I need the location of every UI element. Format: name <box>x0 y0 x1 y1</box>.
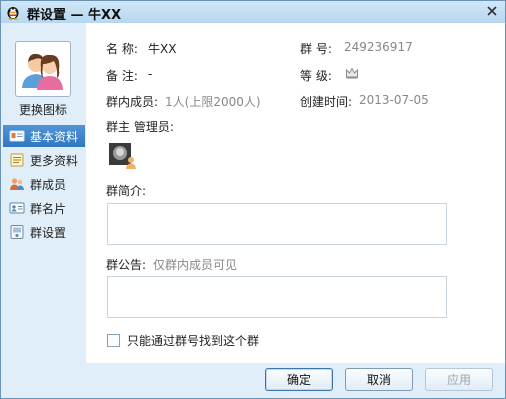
members-count-label: 群内成员: <box>106 95 159 109</box>
notice-hint: 仅群内成员可见 <box>153 258 238 272</box>
members-icon <box>9 176 25 192</box>
notice-label: 群公告: <box>106 258 147 272</box>
owner-admin-label: 群主 管理员: <box>106 120 174 134</box>
sidebar-item-more-info[interactable]: 更多资料 <box>3 149 85 171</box>
crown-icon <box>345 66 359 83</box>
dialog-footer: 确定 取消 应用 <box>1 363 505 398</box>
remark-label: 备 注: <box>106 69 138 83</box>
created-time-value: 2013-07-05 <box>359 93 429 107</box>
intro-textarea[interactable] <box>107 203 447 245</box>
group-settings-window: 群设置 — 牛XX 更换图标 基本资料 更多资料 群成员 群名片 群设置 名 称… <box>0 0 506 399</box>
change-icon-link[interactable]: 更换图标 <box>19 101 67 118</box>
level-label: 等 级: <box>300 69 332 83</box>
title-bar: 群设置 — 牛XX <box>1 1 505 23</box>
sidebar-item-label: 基本资料 <box>30 129 79 144</box>
owner-avatar[interactable] <box>108 140 138 170</box>
group-name-label: 名 称: <box>106 42 138 56</box>
group-number-label: 群 号: <box>300 42 332 56</box>
basic-info-panel: 名 称: 牛XX 群 号: 249236917 备 注: - 等 级: 群内成员… <box>86 23 505 363</box>
members-count-value: 1人(上限2000人) <box>165 95 261 109</box>
remark-value: - <box>148 67 153 81</box>
search-by-number-only-row[interactable]: 只能通过群号找到这个群 <box>107 332 259 349</box>
more-info-icon <box>9 152 25 168</box>
sidebar-item-basic-info[interactable]: 基本资料 <box>3 125 85 147</box>
group-name-value: 牛XX <box>148 42 177 56</box>
sidebar-item-name-card[interactable]: 群名片 <box>3 197 85 219</box>
apply-button[interactable]: 应用 <box>425 368 493 391</box>
group-number-value: 249236917 <box>344 40 413 54</box>
created-time-label: 创建时间: <box>300 95 353 109</box>
group-people-icon <box>22 53 63 90</box>
ok-button[interactable]: 确定 <box>265 368 333 391</box>
close-icon[interactable] <box>479 1 505 21</box>
intro-label: 群简介: <box>106 184 147 198</box>
group-avatar[interactable] <box>15 41 71 97</box>
profile-card-icon <box>9 128 25 144</box>
sidebar-item-label: 群名片 <box>30 201 67 216</box>
cancel-button[interactable]: 取消 <box>345 368 413 391</box>
sidebar-item-label: 群成员 <box>30 177 67 192</box>
search-by-number-only-checkbox[interactable] <box>107 334 120 347</box>
window-title: 群设置 — 牛XX <box>27 8 122 23</box>
settings-icon <box>9 224 25 240</box>
sidebar-item-label: 更多资料 <box>30 153 79 168</box>
sidebar-item-members[interactable]: 群成员 <box>3 173 85 195</box>
sidebar-item-settings[interactable]: 群设置 <box>3 221 85 243</box>
sidebar: 更换图标 基本资料 更多资料 群成员 群名片 群设置 <box>1 23 86 363</box>
sidebar-item-label: 群设置 <box>30 225 67 240</box>
checkbox-label: 只能通过群号找到这个群 <box>127 334 260 348</box>
name-card-icon <box>9 200 25 216</box>
notice-textarea[interactable] <box>107 276 447 318</box>
qq-penguin-icon <box>5 4 21 20</box>
